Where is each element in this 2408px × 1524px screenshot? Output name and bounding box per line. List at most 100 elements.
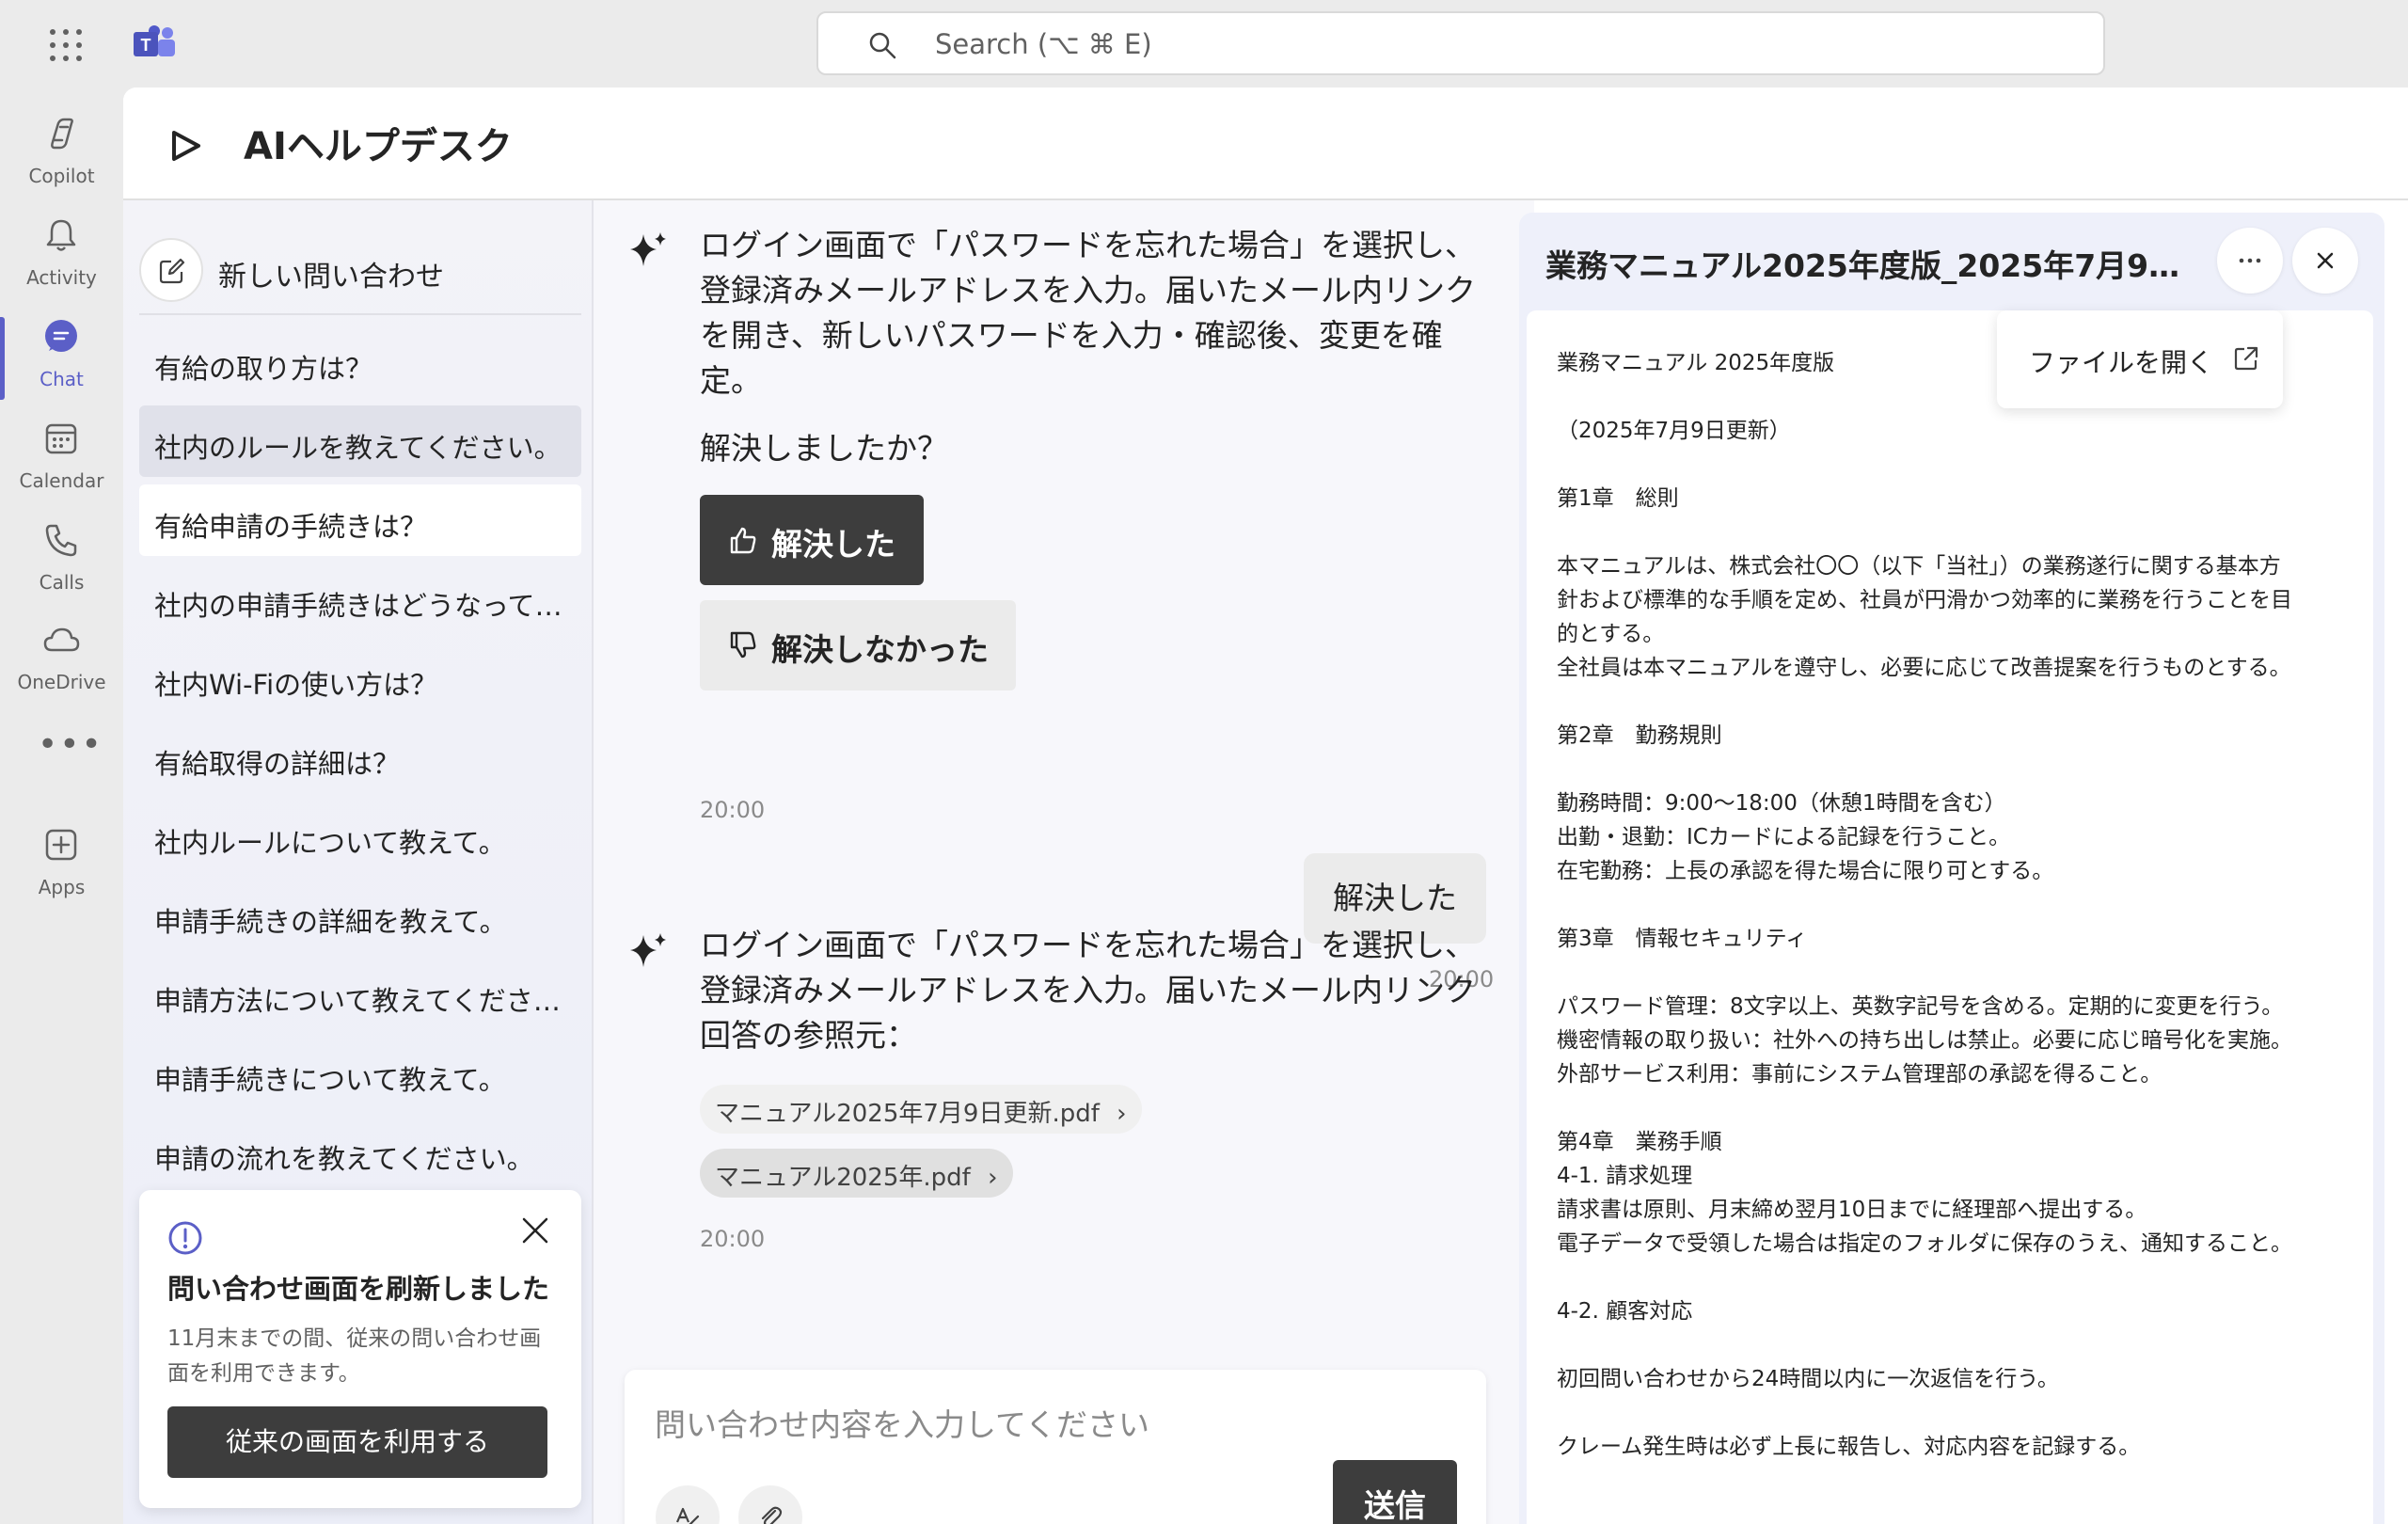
reference-chip[interactable]: マニュアル2025年7月9日更新.pdf ›	[700, 1085, 1142, 1134]
more-icon	[2239, 258, 2261, 263]
history-item[interactable]: 申請手続きについて教えて。	[139, 1038, 581, 1109]
document-line: パスワード管理：8文字以上、英数字記号を含める。定期的に変更を行う。	[1557, 994, 2284, 1019]
info-icon	[168, 1221, 202, 1255]
history-item[interactable]: 有給の取り方は？	[139, 326, 581, 398]
document-preview-panel: 業務マニュアル2025年度版_2025年7月9日更新.pdf 業務マニュアル 2…	[1519, 213, 2384, 1524]
add-app-icon	[45, 829, 77, 861]
new-inquiry-button[interactable]: 新しい問い合わせ	[139, 229, 581, 304]
rail-item-onedrive[interactable]: OneDrive	[0, 607, 123, 701]
teams-logo-icon: T	[134, 25, 175, 56]
history-item[interactable]: 有給取得の詳細は？	[139, 722, 581, 793]
rail-item-apps[interactable]: Apps	[0, 812, 123, 906]
document-line: 4-2. 顧客対応	[1557, 1299, 1693, 1324]
external-link-icon	[2234, 346, 2258, 371]
document-line: 第1章 総則	[1557, 486, 1679, 511]
main-pane: AIヘルプデスク 新しい問い合わせ 有給の取り方は？ 社内のルールを教えてくださ…	[123, 87, 2408, 1524]
copilot-icon	[51, 118, 73, 150]
history-item-selected[interactable]: 社内のルールを教えてください。	[139, 405, 581, 477]
reference-chip[interactable]: マニュアル2025年.pdf ›	[700, 1149, 1013, 1198]
svg-text:T: T	[141, 36, 151, 55]
document-line: 外部サービス利用：事前にシステム管理部の承認を得ること。	[1557, 1062, 2162, 1087]
bot-message: ログイン画面で「パスワードを忘れた場合」を選択し、登録済みメールアドレスを入力。…	[700, 927, 1476, 1008]
rail-item-calendar[interactable]: Calendar	[0, 405, 123, 500]
send-button[interactable]: 送信	[1333, 1460, 1457, 1524]
reference-chip-label: マニュアル2025年.pdf	[715, 1164, 971, 1192]
play-icon	[172, 131, 200, 161]
rail-item-activity[interactable]: Activity	[0, 202, 123, 296]
more-apps-button[interactable]: •••	[38, 728, 102, 762]
sparkle-icon	[630, 232, 666, 266]
search-icon	[869, 32, 896, 59]
search-box[interactable]: Search (⌥ ⌘ E)	[816, 11, 2105, 75]
reference-chip-label: マニュアル2025年7月9日更新.pdf	[715, 1100, 1100, 1128]
history-item[interactable]: 申請方法について教えてください。	[139, 959, 581, 1030]
app-launcher-icon[interactable]	[47, 26, 85, 64]
document-line: 在宅勤務：上長の承認を得た場合に限り可とする。	[1557, 859, 2054, 883]
notice-title: 問い合わせ画面を刷新しました	[167, 1273, 550, 1305]
sparkle-icon	[630, 933, 666, 967]
search-placeholder: Search (⌥ ⌘ E)	[935, 28, 1152, 60]
close-panel-button[interactable]	[2292, 228, 2358, 294]
chevron-right-icon: ›	[1117, 1100, 1127, 1128]
chat-area: ログイン画面で「パスワードを忘れた場合」を選択し、登録済みメールアドレスを入力。…	[594, 200, 1534, 1524]
document-line: クレーム発生時は必ず上長に報告し、対応内容を記録する。	[1557, 1435, 2141, 1459]
history-item[interactable]: 申請の流れを教えてください。	[139, 1117, 581, 1188]
new-inquiry-label: 新しい問い合わせ	[218, 261, 444, 294]
unresolved-button[interactable]: 解決しなかった	[700, 600, 1016, 691]
use-legacy-screen-button[interactable]: 従来の画面を利用する	[167, 1406, 547, 1478]
history-item[interactable]: 有給申請の手続きは？	[139, 484, 581, 556]
cloud-icon	[43, 627, 80, 652]
chat-icon	[45, 320, 77, 352]
document-line: 針および標準的な手順を定め、社員が円滑かつ効率的に業務を行うことを目	[1557, 588, 2292, 612]
rail-item-copilot[interactable]: Copilot	[0, 101, 123, 195]
compose-icon	[159, 258, 185, 284]
history-item[interactable]: 社内Wi-Fiの使い方は？	[139, 643, 581, 714]
document-line: 初回問い合わせから24時間以内に一次返信を行う。	[1557, 1367, 2059, 1391]
document-body: 業務マニュアル 2025年度版 （2025年7月9日更新） 第1章 総則 本マニ…	[1527, 310, 2373, 1524]
document-line: 出勤・退勤：ICカードによる記録を行うこと。	[1557, 825, 2011, 849]
chevron-right-icon: ›	[988, 1164, 998, 1192]
document-line: 的とする。	[1557, 622, 1665, 646]
history-item[interactable]: 社内ルールについて教えて。	[139, 801, 581, 872]
close-icon[interactable]	[519, 1214, 551, 1246]
rail-label: Copilot	[28, 165, 95, 187]
rail-label: OneDrive	[17, 671, 106, 693]
app-rail: Copilot Activity Chat Calendar Calls One…	[0, 87, 123, 1524]
open-file-button[interactable]: ファイルを開く	[1997, 310, 2283, 408]
resolved-button-label: 解決した	[771, 526, 895, 563]
timestamp: 20:00	[700, 797, 766, 823]
notice-body: 11月末までの間、従来の問い合わせ画面を利用できます。	[167, 1326, 542, 1386]
document-line: 本マニュアルは、株式会社〇〇（以下「当社」）の業務遂行に関する基本方	[1557, 554, 2281, 579]
document-line: 第4章 業務手順	[1557, 1130, 1722, 1154]
rail-item-chat[interactable]: Chat	[0, 304, 123, 400]
bell-icon	[46, 219, 76, 251]
resolved-button[interactable]: 解決した	[700, 495, 924, 585]
close-icon	[2317, 252, 2334, 269]
document-line: 勤務時間：9:00〜18:00（休憩1時間を含む）	[1557, 791, 2006, 816]
document-line: 第2章 勤務規則	[1557, 723, 1722, 748]
rail-item-calls[interactable]: Calls	[0, 507, 123, 601]
rail-label: Activity	[26, 266, 97, 289]
unresolved-button-label: 解決しなかった	[771, 631, 989, 668]
paperclip-icon	[761, 1506, 783, 1524]
document-line: 機密情報の取り扱い：社外への持ち出しは禁止。必要に応じ暗号化を実施。	[1557, 1028, 2292, 1053]
format-button[interactable]	[656, 1485, 720, 1524]
history-item[interactable]: 社内の申請手続きはどうなっていますか？	[139, 564, 581, 635]
document-line: 4-1. 請求処理	[1557, 1164, 1693, 1188]
title-bar: T Search (⌥ ⌘ E)	[0, 0, 2408, 87]
history-item[interactable]: 申請手続きの詳細を教えて。	[139, 880, 581, 951]
document-line: 請求書は原則、月末締め翌月10日までに経理部へ提出する。	[1557, 1198, 2147, 1222]
rail-label: Apps	[38, 876, 86, 898]
format-icon	[675, 1507, 700, 1524]
phone-icon	[45, 524, 77, 557]
document-line: 第3章 情報セキュリティ	[1557, 927, 1808, 951]
rail-label: Calls	[39, 571, 85, 594]
message-input[interactable]: 問い合わせ内容を入力してください	[655, 1400, 1149, 1445]
timestamp: 20:00	[700, 1226, 766, 1252]
divider	[139, 313, 581, 315]
app-title: AIヘルプデスク	[244, 125, 513, 168]
more-options-button[interactable]	[2217, 228, 2283, 294]
rail-label: Calendar	[19, 469, 104, 492]
document-line: 全社員は本マニュアルを遵守し、必要に応じて改善提案を行うものとする。	[1557, 656, 2291, 680]
attach-button[interactable]	[738, 1485, 802, 1524]
